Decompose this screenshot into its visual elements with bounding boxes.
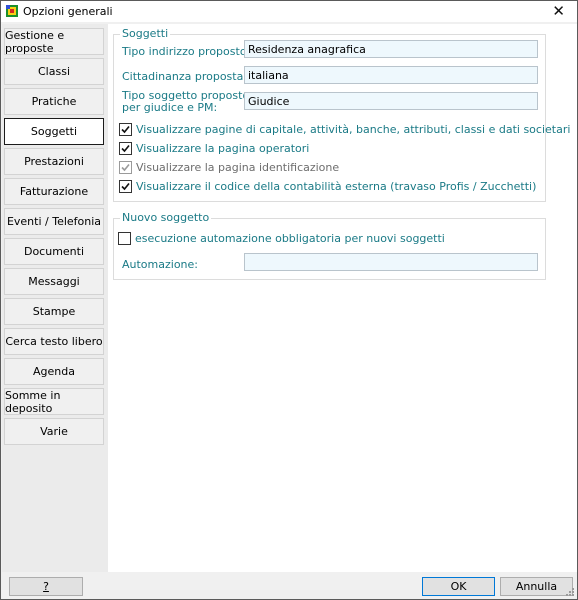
visualizza-codice-checkbox[interactable] [119,180,132,193]
checkmark-icon [121,144,130,153]
automazione-label: Automazione: [122,258,199,271]
cittadinanza-label: Cittadinanza proposta: [122,70,248,83]
sidebar-item-stampe[interactable]: Stampe [4,298,104,325]
sidebar-item-eventi[interactable]: Eventi / Telefonia [4,208,104,235]
sidebar-item-label: Agenda [33,365,75,378]
automazione-field[interactable] [244,253,538,271]
sidebar-item-messaggi[interactable]: Messaggi [4,268,104,295]
sidebar-item-documenti[interactable]: Documenti [4,238,104,265]
app-icon [6,5,18,17]
nuovo-soggetto-group-title: Nuovo soggetto [120,211,212,224]
sidebar-item-agenda[interactable]: Agenda [4,358,104,385]
dialog-window: Opzioni generali ✕ Gestione e proposte C… [0,0,578,600]
tipo-soggetto-field[interactable]: Giudice [244,92,538,110]
visualizza-codice-label: Visualizzare il codice della contabilità… [136,180,537,193]
resize-grip-icon[interactable] [565,587,575,597]
visualizza-identificazione-checkbox [119,161,132,174]
visualizza-operatori-checkbox[interactable] [119,142,132,155]
tipo-soggetto-label-line2: per giudice e PM: [122,101,218,114]
button-bar: ? OK Annulla [1,572,577,599]
soggetti-group: Soggetti Tipo indirizzo proposto: Reside… [113,27,570,202]
visualizza-identificazione-label: Visualizzare la pagina identificazione [136,161,340,174]
help-button-label: ? [43,580,49,593]
tipo-indirizzo-label: Tipo indirizzo proposto: [122,45,251,58]
sidebar-item-varie[interactable]: Varie [4,418,104,445]
sidebar-item-label: Prestazioni [24,155,84,168]
title-bar: Opzioni generali ✕ [1,1,577,22]
automazione-obbligatoria-checkbox[interactable] [118,232,131,245]
cittadinanza-field[interactable]: italiana [244,66,538,84]
sidebar-item-label: Varie [40,425,68,438]
sidebar-item-prestazioni[interactable]: Prestazioni [4,148,104,175]
sidebar-item-label: Documenti [23,245,85,258]
sidebar-item-gestione[interactable]: Gestione e proposte [4,28,104,55]
checkmark-icon [121,163,130,172]
cancel-button[interactable]: Annulla [500,577,573,596]
sidebar-item-fatturazione[interactable]: Fatturazione [4,178,104,205]
sidebar-item-somme[interactable]: Somme in deposito [4,388,104,415]
sidebar-item-classi[interactable]: Classi [4,58,104,85]
sidebar-item-label: Classi [38,65,70,78]
sidebar-item-label: Gestione e proposte [5,28,65,55]
sidebar-item-label: Somme in deposito [5,388,61,415]
automazione-obbligatoria-label: esecuzione automazione obbligatoria per … [135,232,445,245]
ok-button[interactable]: OK [422,577,495,596]
sidebar-item-cerca[interactable]: Cerca testo libero [4,328,104,355]
visualizza-capitale-label: Visualizzare pagine di capitale, attivit… [136,123,571,136]
sidebar-nav: Gestione e proposte Classi Pratiche Sogg… [2,24,108,572]
sidebar-item-pratiche[interactable]: Pratiche [4,88,104,115]
sidebar-item-label: Messaggi [28,275,80,288]
close-icon[interactable]: ✕ [552,2,565,20]
checkmark-icon [121,182,130,191]
soggetti-group-title: Soggetti [120,27,171,40]
visualizza-operatori-label: Visualizzare la pagina operatori [136,142,310,155]
help-button[interactable]: ? [9,577,83,596]
visualizza-capitale-checkbox[interactable] [119,123,132,136]
sidebar-item-label: Stampe [32,305,76,318]
sidebar-item-label: Cerca testo libero [5,335,103,348]
checkmark-icon [121,125,130,134]
sidebar-item-soggetti[interactable]: Soggetti [4,118,104,145]
sidebar-item-label: Pratiche [31,95,77,108]
cancel-button-label: Annulla [515,580,558,593]
sidebar-item-label: Soggetti [30,125,78,138]
sidebar-item-label: Eventi / Telefonia [6,215,102,228]
sidebar-item-label: Fatturazione [19,185,89,198]
tipo-indirizzo-field[interactable]: Residenza anagrafica [244,40,538,58]
window-title: Opzioni generali [23,5,113,18]
nuovo-soggetto-group: Nuovo soggetto esecuzione automazione ob… [113,211,546,280]
ok-button-label: OK [450,580,467,593]
content-panel: Soggetti Tipo indirizzo proposto: Reside… [108,24,577,572]
